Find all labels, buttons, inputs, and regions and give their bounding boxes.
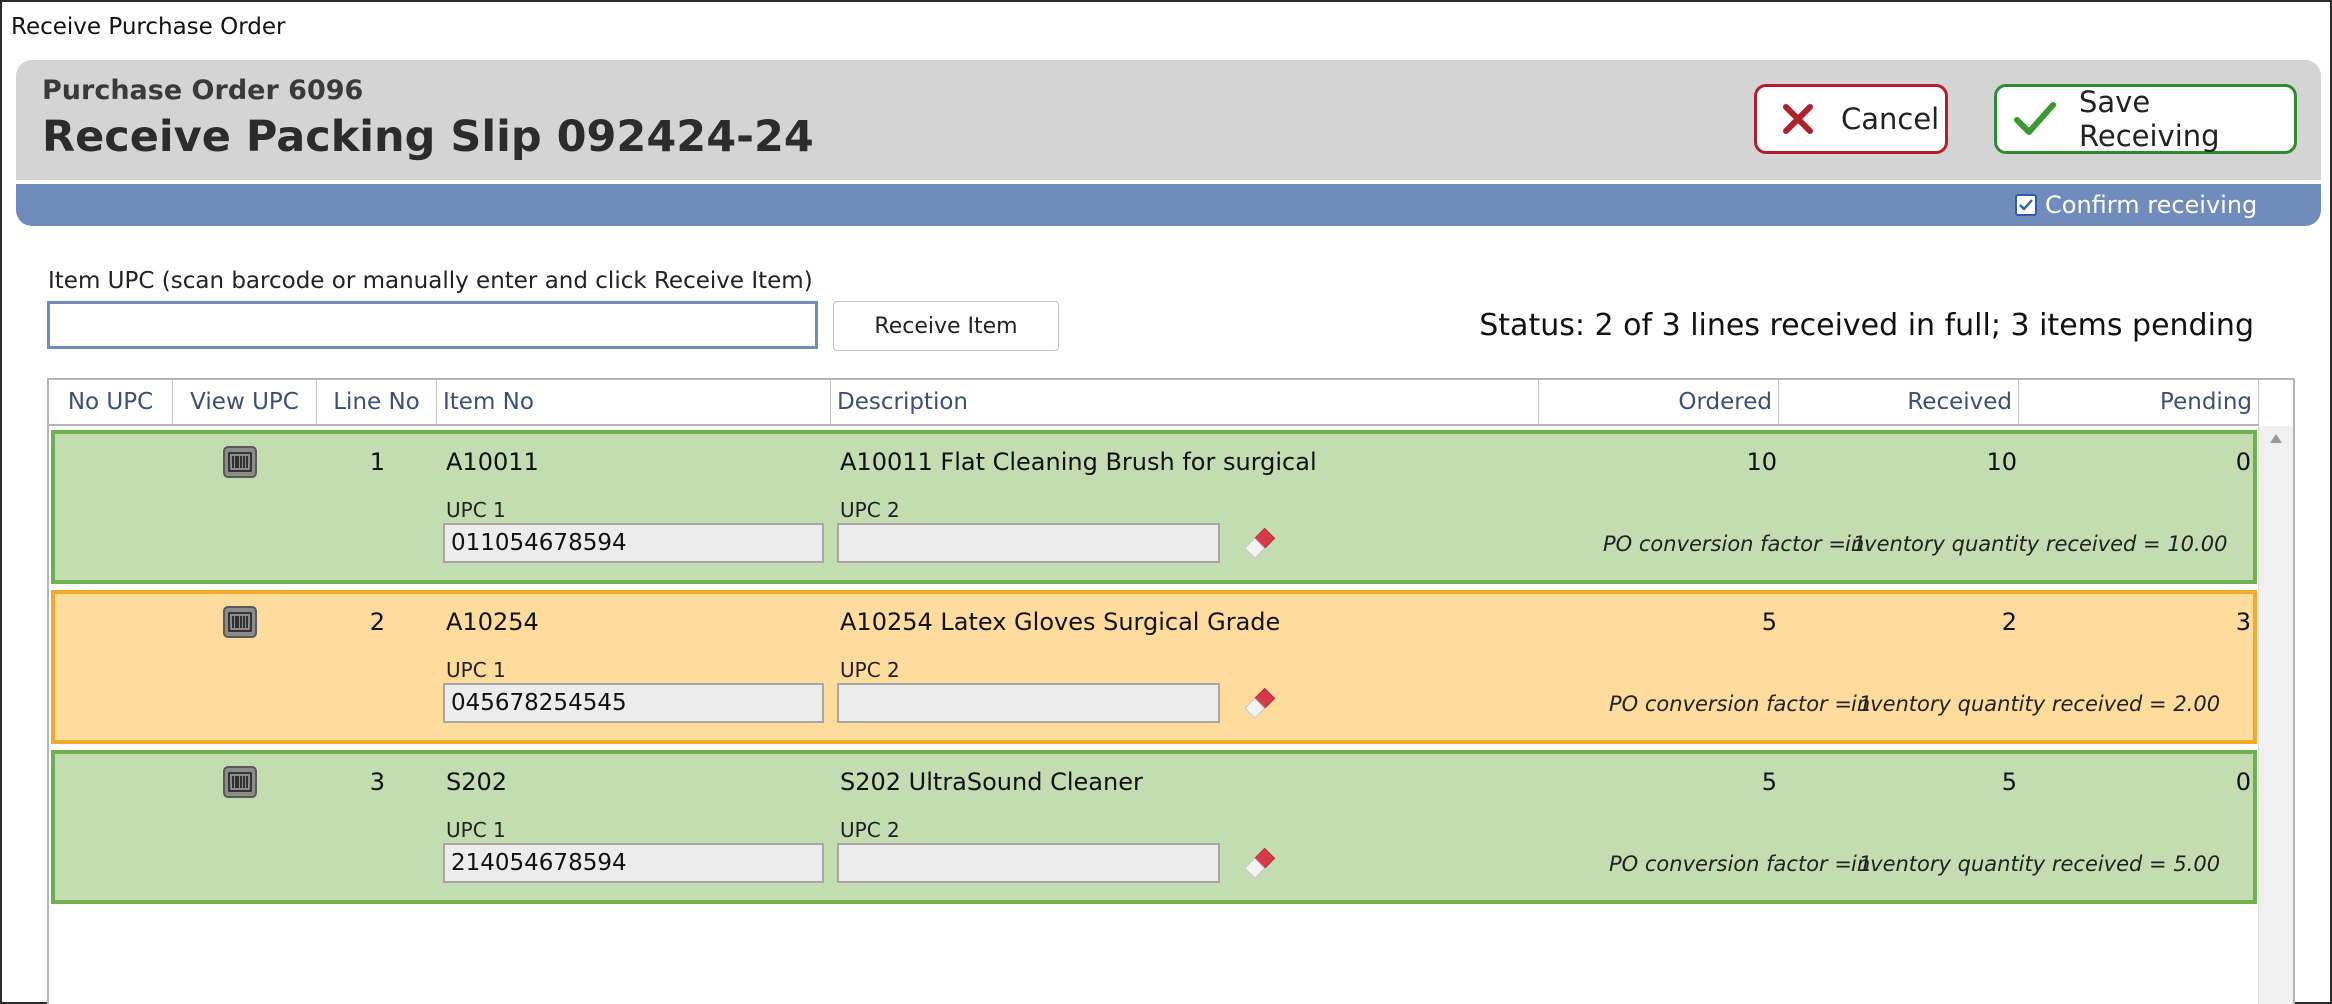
checkbox-checked-icon[interactable] (2015, 194, 2037, 216)
description: A10254 Latex Gloves Surgical Grade (840, 608, 1281, 636)
checkmark-icon (2013, 100, 2057, 138)
inventory-qty-received: inventory quantity received = 10.00 (1845, 532, 2228, 556)
item-no: A10254 (446, 608, 539, 636)
line-no: 2 (369, 608, 385, 636)
item-upc-label: Item UPC (scan barcode or manually enter… (48, 268, 813, 294)
column-header-ordered[interactable]: Ordered (1539, 380, 1779, 424)
column-header-line-no[interactable]: Line No (317, 380, 437, 424)
confirm-receiving-label: Confirm receiving (2045, 191, 2258, 219)
description: S202 UltraSound Cleaner (840, 768, 1143, 796)
inventory-qty-received: inventory quantity received = 5.00 (1851, 852, 2221, 876)
confirm-receiving-checkbox[interactable]: Confirm receiving (2015, 191, 2257, 219)
upc1-label: UPC 1 (446, 818, 506, 842)
ordered-qty: 5 (1761, 608, 1777, 636)
eraser-icon[interactable] (1241, 526, 1277, 562)
barcode-icon[interactable] (223, 766, 257, 798)
status-text: Status: 2 of 3 lines received in full; 3… (1479, 308, 2254, 343)
cancel-label: Cancel (1841, 102, 1940, 136)
upc2-input[interactable] (837, 843, 1220, 883)
save-receiving-button[interactable]: Save Receiving (1994, 84, 2297, 154)
grid-header: No UPC View UPC Line No Item No Descript… (49, 380, 2259, 426)
received-qty: 2 (2001, 608, 2017, 636)
barcode-icon[interactable] (223, 446, 257, 478)
conversion-factor: PO conversion factor = 1 (1609, 852, 1872, 876)
column-header-pending[interactable]: Pending (2019, 380, 2259, 424)
column-header-view-upc[interactable]: View UPC (173, 380, 317, 424)
save-receiving-label: Save Receiving (2079, 85, 2220, 153)
column-header-description[interactable]: Description (831, 380, 1539, 424)
inventory-qty-received: inventory quantity received = 2.00 (1851, 692, 2221, 716)
upc1-label: UPC 1 (446, 498, 506, 522)
received-qty: 10 (1986, 448, 2017, 476)
header-bar (16, 184, 2321, 226)
vertical-scrollbar[interactable] (2258, 426, 2293, 1004)
upc1-input[interactable] (443, 523, 824, 563)
upc2-input[interactable] (837, 523, 1220, 563)
conversion-factor: PO conversion factor = 1 (1603, 532, 1866, 556)
eraser-icon[interactable] (1241, 686, 1277, 722)
eraser-icon[interactable] (1241, 846, 1277, 882)
receive-item-button[interactable]: Receive Item (833, 301, 1059, 351)
line-no: 3 (369, 768, 385, 796)
item-no: A10011 (446, 448, 539, 476)
upc2-label: UPC 2 (840, 818, 900, 842)
received-qty: 5 (2001, 768, 2017, 796)
pending-qty: 3 (2235, 608, 2251, 636)
table-row[interactable]: 2 A10254 A10254 Latex Gloves Surgical Gr… (51, 590, 2257, 744)
conversion-factor: PO conversion factor = 1 (1609, 692, 1872, 716)
ordered-qty: 10 (1746, 448, 1777, 476)
table-row[interactable]: 1 A10011 A10011 Flat Cleaning Brush for … (51, 430, 2257, 584)
item-upc-input[interactable] (47, 301, 818, 349)
upc2-label: UPC 2 (840, 658, 900, 682)
upc2-input[interactable] (837, 683, 1220, 723)
item-no: S202 (446, 768, 508, 796)
upc2-label: UPC 2 (840, 498, 900, 522)
description: A10011 Flat Cleaning Brush for surgical (840, 448, 1317, 476)
receiving-grid: No UPC View UPC Line No Item No Descript… (47, 378, 2295, 1004)
window-frame: Receive Purchase Order Purchase Order 60… (0, 0, 2332, 1004)
window-title: Receive Purchase Order (11, 14, 286, 40)
column-header-received[interactable]: Received (1779, 380, 2019, 424)
upc1-input[interactable] (443, 683, 824, 723)
cancel-button[interactable]: Cancel (1754, 84, 1948, 154)
barcode-icon[interactable] (223, 606, 257, 638)
upc1-input[interactable] (443, 843, 824, 883)
x-icon (1781, 102, 1815, 136)
line-no: 1 (369, 448, 385, 476)
scroll-up-arrow-icon[interactable] (2270, 434, 2282, 443)
pending-qty: 0 (2235, 768, 2251, 796)
po-number: Purchase Order 6096 (42, 75, 364, 106)
upc1-label: UPC 1 (446, 658, 506, 682)
table-row[interactable]: 3 S202 S202 UltraSound Cleaner 5 5 0 UPC… (51, 750, 2257, 904)
column-header-item-no[interactable]: Item No (437, 380, 831, 424)
column-header-no-upc[interactable]: No UPC (49, 380, 173, 424)
ordered-qty: 5 (1761, 768, 1777, 796)
page-title: Receive Packing Slip 092424-24 (42, 112, 814, 162)
pending-qty: 0 (2235, 448, 2251, 476)
